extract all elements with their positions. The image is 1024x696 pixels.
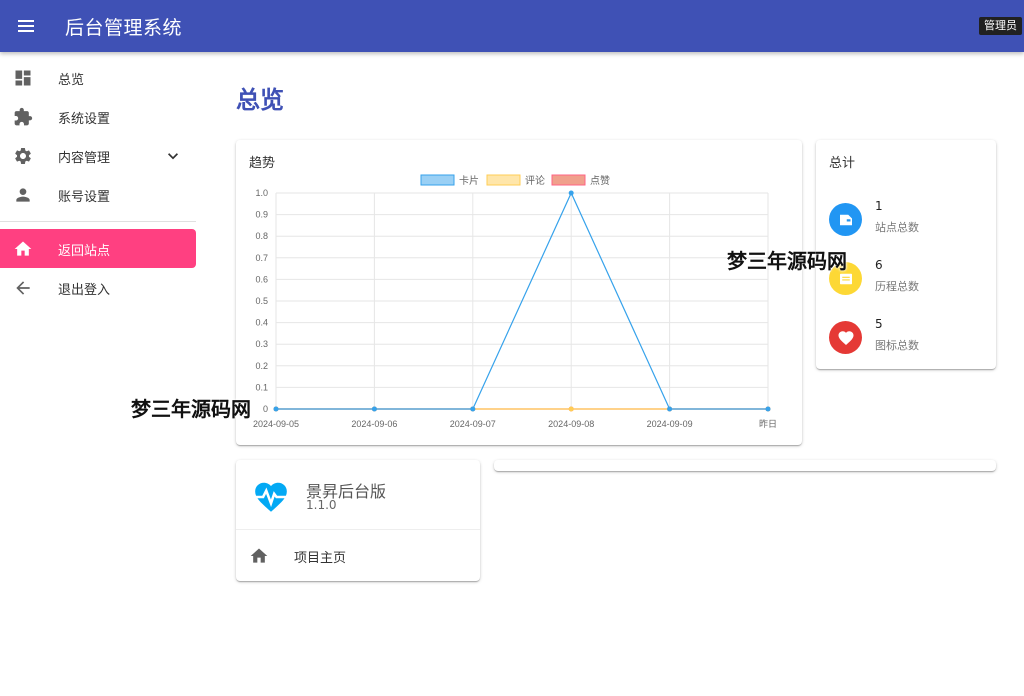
dashboard-icon	[15, 70, 31, 86]
sidebar-item-system-settings[interactable]: 系统设置	[0, 97, 196, 136]
y-tick-label: 0.8	[255, 231, 268, 241]
x-tick-label: 昨日	[759, 418, 777, 429]
stat-row-history: 6 历程总数	[829, 258, 989, 302]
y-tick-label: 0.9	[255, 210, 268, 220]
y-tick-label: 0.1	[255, 382, 268, 392]
sidebar-item-label: 账号设置	[58, 190, 111, 205]
data-point	[371, 406, 377, 412]
empty-card	[494, 460, 996, 471]
data-point	[568, 190, 574, 196]
sidebar-item-content-management[interactable]: 内容管理	[0, 136, 196, 175]
x-tick-label: 2024-09-08	[548, 419, 594, 429]
site-icon	[829, 203, 862, 236]
sidebar-divider	[0, 221, 196, 222]
stat-value: 5	[875, 317, 883, 331]
stat-label: 站点总数	[875, 221, 919, 234]
sidebar: 总览 系统设置 内容管理 账号设置 返回站点 退出登入	[0, 52, 200, 696]
y-tick-label: 0.5	[255, 296, 268, 306]
stat-label: 图标总数	[875, 339, 919, 352]
project-card: 景昇后台版 1.1.0 项目主页	[236, 460, 480, 581]
home-icon	[14, 241, 32, 256]
legend-swatch	[420, 174, 455, 186]
x-tick-label: 2024-09-06	[351, 419, 397, 429]
arrow-left-icon	[16, 281, 30, 295]
data-point	[765, 406, 771, 412]
y-tick-label: 0.4	[255, 318, 268, 328]
user-role-badge[interactable]: 管理员	[979, 17, 1022, 35]
y-tick-label: 0.3	[255, 339, 268, 349]
stat-value: 6	[875, 258, 883, 272]
data-point	[470, 406, 476, 412]
legend-swatch	[486, 174, 521, 186]
legend-swatch	[551, 174, 586, 186]
stat-row-icons: 5 图标总数	[829, 317, 989, 361]
sidebar-item-label: 返回站点	[58, 244, 111, 259]
gear-icon	[15, 148, 31, 164]
app-bar: 后台管理系统 管理员	[0, 0, 1024, 52]
y-tick-label: 1.0	[255, 188, 268, 198]
project-homepage-label: 项目主页	[294, 551, 347, 566]
data-point	[568, 406, 574, 412]
data-point	[273, 406, 279, 412]
legend-label: 评论	[525, 174, 545, 187]
sidebar-item-account-settings[interactable]: 账号设置	[0, 175, 196, 214]
y-tick-label: 0.6	[255, 274, 268, 284]
project-homepage-link[interactable]: 项目主页	[236, 530, 480, 581]
x-tick-label: 2024-09-07	[450, 419, 496, 429]
data-point	[667, 406, 673, 412]
legend-label: 卡片	[459, 174, 479, 187]
menu-icon	[18, 20, 34, 32]
person-icon	[16, 188, 30, 202]
trend-line-chart: 0 0.1 0.2 0.3 0.4 0.5 0.6 0.7 0.8 0.9 1.0 2024-09-0…	[253, 174, 777, 429]
heartbeat-icon	[255, 482, 287, 512]
menu-button[interactable]	[14, 14, 38, 38]
heart-icon	[829, 321, 862, 354]
y-tick-label: 0.7	[255, 253, 268, 263]
watermark: 梦三年源码网	[131, 397, 251, 421]
watermark: 梦三年源码网	[727, 249, 847, 273]
sidebar-item-logout[interactable]: 退出登入	[0, 268, 196, 307]
home-icon	[250, 548, 268, 563]
legend-label: 点赞	[590, 174, 610, 187]
stat-label: 历程总数	[875, 280, 919, 293]
sidebar-item-label: 内容管理	[58, 151, 111, 166]
sidebar-item-label: 系统设置	[58, 112, 111, 127]
project-version: 1.1.0	[306, 498, 337, 512]
sidebar-item-label: 总览	[58, 73, 85, 88]
y-tick-label: 0.2	[255, 361, 268, 371]
trend-card: 趋势 0 0.1 0.2 0.3 0.4 0.5 0.6 0.7 0.8 0.9 1.0 2024-0…	[236, 140, 802, 445]
x-tick-label: 2024-09-09	[647, 419, 693, 429]
stat-value: 1	[875, 199, 883, 213]
extension-icon	[14, 107, 33, 126]
chevron-down-icon[interactable]	[163, 146, 183, 166]
sidebar-item-label: 退出登入	[58, 283, 111, 298]
sidebar-item-overview[interactable]: 总览	[0, 58, 196, 97]
y-tick-label: 0	[263, 404, 268, 414]
app-title: 后台管理系统	[65, 17, 183, 39]
stat-row-sites: 1 站点总数	[829, 199, 989, 243]
x-tick-label: 2024-09-05	[253, 419, 299, 429]
total-card-title: 总计	[829, 156, 856, 171]
sidebar-item-back-to-site[interactable]: 返回站点	[0, 229, 196, 268]
page-title: 总览	[236, 86, 284, 114]
